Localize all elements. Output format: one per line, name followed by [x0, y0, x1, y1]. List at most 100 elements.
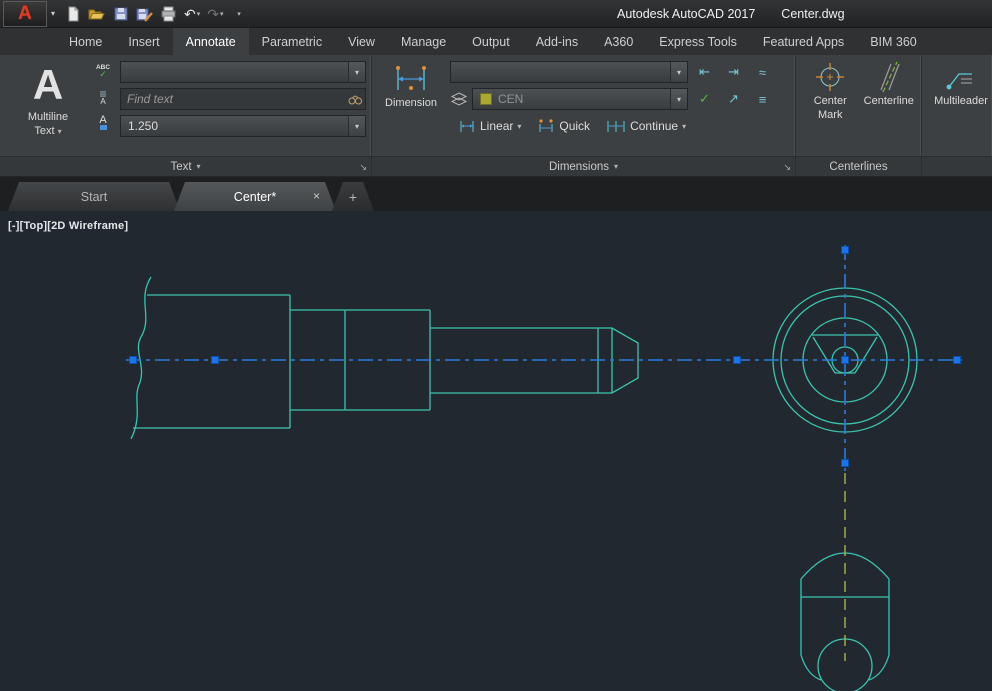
text-panel-body: A Multiline Text ▾ ABC ✓ ≡ A A	[0, 55, 371, 156]
grip[interactable]	[842, 247, 849, 254]
grip[interactable]	[212, 357, 219, 364]
dim-adjust-space-icon: ⇥	[728, 64, 739, 80]
grip[interactable]	[842, 357, 849, 364]
qat-customize-caret-icon: ▾	[237, 10, 241, 18]
dim-style-combo[interactable]: ▾	[450, 61, 688, 83]
redo-button[interactable]: ↷ ▾	[205, 3, 225, 25]
app-menu-caret-icon[interactable]: ▾	[51, 9, 55, 18]
linear-dimension-button[interactable]: Linear ▾	[452, 115, 527, 137]
dim-layer-caret-icon[interactable]: ▾	[670, 89, 687, 109]
dimensions-controls: ▾ ⇤ ⇥ ≈ CEN ▾ ✓	[450, 59, 775, 156]
dimensions-panel-label[interactable]: Dimensions ▾ ↘	[372, 156, 795, 176]
dimension-label: Dimension	[385, 97, 437, 111]
continue-caret-icon[interactable]: ▾	[682, 122, 686, 131]
justify-text-button[interactable]: ≡ A	[92, 86, 114, 108]
open-file-button[interactable]	[86, 3, 108, 25]
dimensions-panel: Dimension ▾ ⇤ ⇥ ≈	[372, 55, 796, 176]
selected-centerline[interactable]	[126, 245, 964, 471]
undo-icon: ↶	[184, 7, 196, 21]
drawing-svg	[0, 211, 992, 691]
tab-insert[interactable]: Insert	[115, 28, 172, 55]
save-as-button[interactable]	[134, 3, 155, 25]
text-mini-tools: ABC ✓ ≡ A A	[90, 59, 116, 156]
undo-button[interactable]: ↶ ▾	[182, 3, 202, 25]
dimensions-dialog-launcher-icon[interactable]: ↘	[783, 162, 791, 173]
undo-caret-icon[interactable]: ▾	[197, 10, 201, 18]
grip[interactable]	[130, 357, 137, 364]
dim-override-button[interactable]: ≡	[750, 88, 775, 110]
leaders-panel: Multileader	[922, 55, 992, 176]
dim-break-button[interactable]: ⇤	[692, 61, 717, 83]
text-panel-label[interactable]: Text ▾ ↘	[0, 156, 371, 176]
multiline-text-button[interactable]: A Multiline Text ▾	[6, 59, 90, 156]
dim-break-icon: ⇤	[699, 64, 710, 80]
quick-dimension-icon	[537, 118, 555, 134]
tab-bim-360[interactable]: BIM 360	[857, 28, 930, 55]
viewport-controls[interactable]: [-][Top][2D Wireframe]	[8, 220, 128, 232]
file-tab-start[interactable]: Start	[8, 182, 180, 211]
new-file-button[interactable]	[63, 3, 83, 25]
close-tab-icon[interactable]: ×	[313, 189, 320, 203]
dimension-button[interactable]: Dimension	[378, 59, 444, 156]
dim-update-button[interactable]: ✓	[692, 88, 717, 110]
tab-home[interactable]: Home	[56, 28, 115, 55]
quick-dimension-button[interactable]: Quick	[531, 115, 596, 137]
centerline-button[interactable]: Centerline	[861, 59, 918, 156]
multileader-label: Multileader	[934, 95, 988, 109]
tab-output[interactable]: Output	[459, 28, 523, 55]
tab-featured-apps[interactable]: Featured Apps	[750, 28, 857, 55]
tab-parametric[interactable]: Parametric	[249, 28, 335, 55]
find-binoculars-icon[interactable]	[345, 93, 365, 106]
linear-dimension-icon	[458, 118, 476, 134]
shaft-side-view[interactable]	[131, 277, 638, 439]
open-folder-icon	[88, 6, 106, 22]
text-height-caret-icon[interactable]: ▾	[348, 116, 365, 136]
quick-access-toolbar: ↶ ▾ ↷ ▾ ▾	[63, 3, 249, 25]
dimension-icon	[392, 61, 430, 95]
tab-view[interactable]: View	[335, 28, 388, 55]
file-tab-center[interactable]: Center* ×	[174, 182, 336, 211]
plus-icon: +	[349, 189, 357, 205]
center-mark-button[interactable]: Center Mark	[802, 59, 859, 156]
leaders-panel-label	[922, 156, 992, 176]
dim-override-icon: ≡	[759, 92, 767, 107]
tab-add-ins[interactable]: Add-ins	[523, 28, 591, 55]
continue-dimension-button[interactable]: Continue ▾	[600, 115, 692, 137]
dim-reassociate-button[interactable]: ↗	[721, 88, 746, 110]
centerline-icon	[873, 61, 905, 93]
grip[interactable]	[954, 357, 961, 364]
drawing-canvas[interactable]: [-][Top][2D Wireframe]	[0, 211, 992, 691]
redo-icon: ↷	[207, 7, 219, 21]
dim-layer-combo[interactable]: CEN ▾	[472, 88, 688, 110]
grip[interactable]	[842, 460, 849, 467]
check-spelling-button[interactable]: ABC ✓	[92, 61, 114, 83]
text-style-caret-icon[interactable]: ▾	[348, 62, 365, 82]
tab-a360[interactable]: A360	[591, 28, 646, 55]
new-drawing-tab-button[interactable]: +	[332, 182, 374, 211]
tab-express-tools[interactable]: Express Tools	[646, 28, 750, 55]
text-height-button[interactable]: A	[92, 111, 114, 133]
find-text-input[interactable]	[121, 92, 345, 106]
dim-style-caret-icon[interactable]: ▾	[670, 62, 687, 82]
text-dialog-launcher-icon[interactable]: ↘	[359, 162, 367, 173]
redo-caret-icon[interactable]: ▾	[220, 10, 224, 18]
save-button[interactable]	[111, 3, 131, 25]
tab-manage[interactable]: Manage	[388, 28, 459, 55]
dim-jog-line-button[interactable]: ≈	[750, 61, 775, 83]
text-height-combo[interactable]: 1.250 ▾	[120, 115, 366, 137]
text-style-combo[interactable]: ▾	[120, 61, 366, 83]
continue-dimension-icon	[606, 118, 626, 134]
print-button[interactable]	[158, 3, 179, 25]
dim-adjust-space-button[interactable]: ⇥	[721, 61, 746, 83]
text-panel: A Multiline Text ▾ ABC ✓ ≡ A A	[0, 55, 372, 176]
linear-caret-icon[interactable]: ▾	[517, 122, 521, 131]
tab-annotate[interactable]: Annotate	[173, 28, 249, 55]
qat-customize-button[interactable]: ▾	[229, 3, 249, 25]
grip[interactable]	[734, 357, 741, 364]
new-file-icon	[65, 6, 81, 22]
centerlines-panel-label[interactable]: Centerlines	[796, 156, 921, 176]
title-bar: A ▾ ↶ ▾ ↷ ▾ ▾ Autodesk AutoCAD 2017	[0, 0, 992, 28]
multileader-button[interactable]: Multileader	[934, 59, 988, 156]
app-menu-button[interactable]: A	[3, 1, 47, 27]
layer-color-chip	[480, 93, 492, 105]
